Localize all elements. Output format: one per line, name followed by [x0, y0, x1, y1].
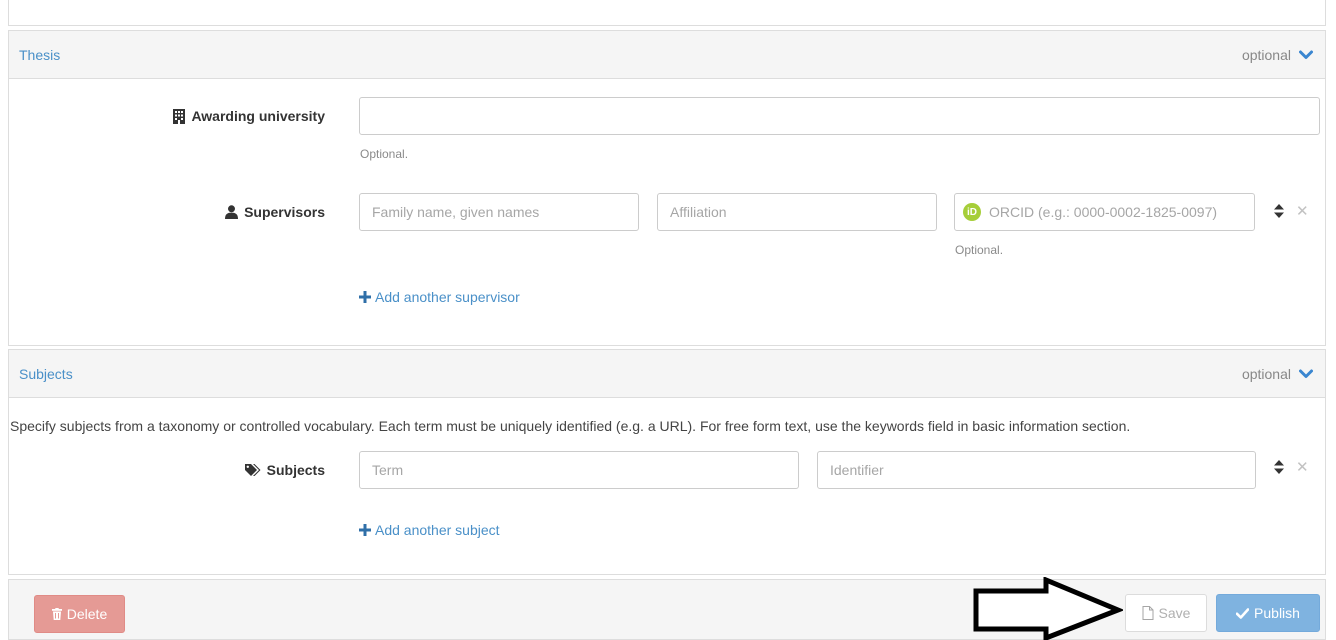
awarding-university-label: Awarding university: [173, 108, 325, 124]
awarding-university-help: Optional.: [360, 147, 409, 161]
thesis-optional-toggle[interactable]: optional: [1242, 47, 1313, 63]
thesis-optional-label: optional: [1241, 46, 1291, 63]
awarding-university-label-text: Awarding university: [191, 108, 325, 124]
subjects-optional-label: optional: [1241, 365, 1291, 382]
previous-section-bottom: [8, 0, 1326, 26]
thesis-panel-title[interactable]: Thesis: [19, 47, 60, 63]
add-supervisor-label: Add another supervisor: [375, 289, 520, 305]
add-subject-link[interactable]: Add another subject: [359, 522, 500, 538]
chevron-down-icon: [1299, 369, 1313, 378]
publish-button-label: Publish: [1254, 605, 1300, 621]
tags-icon: [244, 464, 261, 476]
plus-icon: [359, 291, 371, 303]
sort-handle-icon[interactable]: [1274, 460, 1284, 474]
subjects-optional-toggle[interactable]: optional: [1242, 366, 1313, 382]
add-subject-label: Add another subject: [375, 522, 500, 538]
subjects-panel: Subjects optional Specify subjects from …: [8, 349, 1326, 575]
supervisor-orcid-field: iD: [954, 193, 1255, 231]
subjects-label: Subjects: [244, 462, 325, 478]
save-button-label: Save: [1158, 605, 1191, 621]
subject-identifier-input[interactable]: [817, 451, 1256, 489]
subjects-description: Specify subjects from a taxonomy or cont…: [10, 418, 1131, 434]
orcid-icon: iD: [963, 203, 981, 221]
awarding-university-input[interactable]: [359, 97, 1320, 135]
plus-icon: [359, 524, 371, 536]
supervisors-label-box: Supervisors: [9, 193, 325, 231]
save-button[interactable]: Save: [1125, 594, 1207, 632]
subjects-panel-heading[interactable]: Subjects optional: [9, 350, 1325, 398]
supervisor-affiliation-input[interactable]: [657, 193, 937, 231]
user-icon: [225, 205, 239, 219]
delete-button[interactable]: Delete: [34, 595, 125, 633]
subject-term-input[interactable]: [359, 451, 799, 489]
add-supervisor-link[interactable]: Add another supervisor: [359, 289, 520, 305]
building-icon: [173, 108, 186, 124]
supervisor-orcid-input[interactable]: [954, 193, 1255, 231]
subjects-panel-title[interactable]: Subjects: [19, 366, 73, 382]
supervisor-name-input[interactable]: [359, 193, 639, 231]
check-icon: [1236, 607, 1250, 619]
subjects-label-box: Subjects: [9, 451, 325, 489]
publish-button[interactable]: Publish: [1216, 594, 1320, 632]
sort-handle-icon[interactable]: [1274, 204, 1284, 218]
file-icon: [1142, 606, 1154, 620]
supervisors-label: Supervisors: [225, 204, 325, 220]
thesis-panel-heading[interactable]: Thesis optional: [9, 31, 1325, 79]
trash-icon: [51, 608, 62, 620]
form-footer: Delete Save Publish: [8, 579, 1326, 640]
subjects-label-text: Subjects: [266, 462, 325, 478]
thesis-panel: Thesis optional Awarding university Opti…: [8, 30, 1326, 346]
remove-supervisor-icon[interactable]: ✕: [1296, 204, 1309, 219]
supervisor-orcid-help: Optional.: [955, 243, 1004, 257]
supervisors-label-text: Supervisors: [244, 204, 325, 220]
remove-subject-icon[interactable]: ✕: [1296, 460, 1309, 475]
arrow-annotation-icon: [973, 577, 1123, 640]
awarding-university-label-box: Awarding university: [9, 97, 325, 135]
delete-button-label: Delete: [66, 606, 108, 622]
chevron-down-icon: [1299, 50, 1313, 59]
